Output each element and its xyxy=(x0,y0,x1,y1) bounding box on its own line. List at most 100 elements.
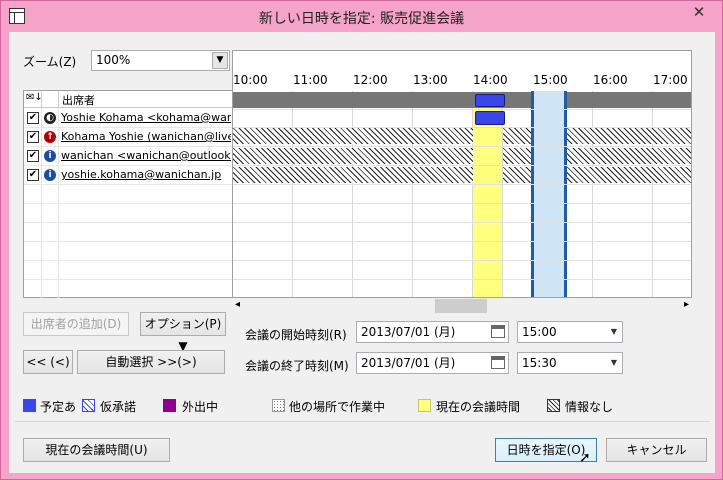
attendee-row[interactable]: ✔ i wanichan <wanichan@outlook.com xyxy=(24,147,233,166)
out-of-office-swatch xyxy=(163,399,176,412)
grid-line xyxy=(412,91,413,297)
current-meeting-swatch xyxy=(418,399,431,412)
scroll-right-icon[interactable]: ▸ xyxy=(684,299,689,310)
dialog-window: 新しい日時を指定: 販売促進会議 ✕ ズーム(Z) 100% ▼ ✉↓ 出席者 … xyxy=(0,0,723,480)
end-date-field[interactable]: 2013/07/01 (月) xyxy=(356,352,509,374)
add-attendee-button[interactable]: 出席者の追加(D) xyxy=(23,312,129,336)
row-line xyxy=(233,127,691,128)
hour-label: 17:00 xyxy=(653,73,688,87)
end-time-select[interactable]: 15:30 ▼ xyxy=(517,352,623,374)
chevron-down-icon[interactable]: ▼ xyxy=(611,353,617,373)
attendee-checkbox[interactable]: ✔ xyxy=(27,169,39,181)
no-info-block xyxy=(567,167,691,183)
close-button[interactable]: ✕ xyxy=(682,2,716,22)
attendee-checkbox[interactable]: ✔ xyxy=(27,150,39,162)
required-attendee-icon: ↑ xyxy=(44,131,56,143)
empty-row[interactable] xyxy=(24,204,233,223)
chevron-down-icon[interactable]: ▼ xyxy=(212,52,228,69)
empty-row[interactable] xyxy=(24,223,233,242)
hour-label: 15:00 xyxy=(533,73,568,87)
tentative-swatch xyxy=(82,399,95,412)
no-info-block xyxy=(233,167,473,183)
attendee-row[interactable]: ✔ ↑ Kohama Yoshie (wanichan@live.jp xyxy=(24,128,233,147)
all-attendees-bar xyxy=(567,92,691,108)
attendee-row[interactable]: ✔ ◐ Yoshie Kohama <kohama@wanich xyxy=(24,109,233,128)
hour-label: 14:00 xyxy=(473,73,508,87)
calendar-icon[interactable] xyxy=(491,356,505,369)
row-line xyxy=(233,146,691,147)
busy-swatch xyxy=(23,399,36,412)
grid-line xyxy=(472,91,473,297)
attendee-checkbox[interactable]: ✔ xyxy=(27,112,39,124)
attendee-name[interactable]: wanichan <wanichan@outlook.com xyxy=(61,149,231,162)
attendee-checkbox[interactable]: ✔ xyxy=(27,131,39,143)
window-title: 新しい日時を指定: 販売促進会議 xyxy=(258,11,465,27)
empty-row[interactable] xyxy=(24,261,233,280)
attendee-name[interactable]: yoshie.kohama@wanichan.jp xyxy=(61,168,231,181)
options-button[interactable]: オプション(P) ▼ xyxy=(140,312,226,353)
end-time-label: 会議の終了時刻(M) xyxy=(245,359,349,373)
start-date-value: 2013/07/01 (月) xyxy=(361,325,456,339)
no-info-block xyxy=(233,128,473,144)
start-date-field[interactable]: 2013/07/01 (月) xyxy=(356,321,509,343)
row-line xyxy=(233,279,691,280)
freebusy-grid[interactable]: 10:00 11:00 12:00 13:00 14:00 15:00 16:0… xyxy=(232,50,692,298)
end-time-value: 15:30 xyxy=(522,356,557,370)
grid-line xyxy=(592,91,593,297)
attendee-row[interactable]: ✔ i yoshie.kohama@wanichan.jp xyxy=(24,166,233,185)
no-info-swatch xyxy=(547,399,560,412)
start-time-label: 会議の開始時刻(R) xyxy=(245,328,347,342)
cancel-button[interactable]: キャンセル xyxy=(606,438,707,462)
no-info-block xyxy=(567,148,691,164)
current-meeting-time-button[interactable]: 現在の会議時間(U) xyxy=(23,438,170,462)
info-icon: i xyxy=(44,169,56,181)
start-time-value: 15:00 xyxy=(522,325,557,339)
no-info-block xyxy=(233,148,473,164)
empty-row[interactable] xyxy=(24,185,233,204)
calendar-icon[interactable] xyxy=(491,325,505,338)
scroll-left-icon[interactable]: ◂ xyxy=(235,299,240,310)
empty-row[interactable] xyxy=(24,242,233,261)
grid-line xyxy=(652,91,653,297)
zoom-select[interactable]: 100% ▼ xyxy=(91,50,230,71)
legend-tentative: 仮承諾 xyxy=(100,400,137,414)
horizontal-scrollbar[interactable]: ◂ ▸ xyxy=(232,298,692,315)
no-info-block xyxy=(503,167,531,183)
grid-line xyxy=(352,91,353,297)
column-divider xyxy=(41,91,42,107)
autopick-next-button[interactable]: 自動選択 >>(>) xyxy=(77,350,225,374)
hour-label: 11:00 xyxy=(293,73,328,87)
attendee-column-header[interactable]: 出席者 xyxy=(62,92,95,108)
hour-label: 16:00 xyxy=(593,73,628,87)
row-line xyxy=(233,165,691,166)
legend-no-info: 情報なし xyxy=(565,400,614,414)
attendee-list: ✉↓ 出席者 ✔ ◐ Yoshie Kohama <kohama@wanich … xyxy=(23,90,233,298)
row-line xyxy=(233,184,691,185)
zoom-value: 100% xyxy=(96,53,131,67)
start-time-select[interactable]: 15:00 ▼ xyxy=(517,321,623,343)
legend-working-elsewhere: 他の場所で作業中 xyxy=(289,400,386,414)
mouse-cursor-icon: ➚ xyxy=(579,450,591,466)
attendee-list-header: ✉↓ 出席者 xyxy=(24,91,233,108)
selected-time-range[interactable] xyxy=(531,91,567,297)
scroll-thumb[interactable] xyxy=(435,299,487,313)
zoom-label: ズーム(Z) xyxy=(23,55,77,69)
chevron-down-icon[interactable]: ▼ xyxy=(611,322,617,342)
hour-label: 12:00 xyxy=(353,73,388,87)
legend-current-meeting: 現在の会議時間 xyxy=(436,400,521,414)
no-info-block xyxy=(567,128,691,144)
busy-block xyxy=(475,111,505,125)
dialog-client: ズーム(Z) 100% ▼ ✉↓ 出席者 ✔ ◐ Yoshie Kohama <… xyxy=(9,32,715,473)
working-elsewhere-swatch xyxy=(272,399,285,412)
end-date-value: 2013/07/01 (月) xyxy=(361,356,456,370)
column-divider xyxy=(58,91,59,107)
attendee-name[interactable]: Yoshie Kohama <kohama@wanich xyxy=(61,111,231,124)
no-info-block xyxy=(503,148,531,164)
attendee-name[interactable]: Kohama Yoshie (wanichan@live.jp xyxy=(61,130,231,143)
info-icon: i xyxy=(44,150,56,162)
hour-label: 10:00 xyxy=(233,73,268,87)
busy-block xyxy=(475,94,505,107)
previous-button[interactable]: << (<) xyxy=(23,350,73,374)
separator xyxy=(15,421,709,422)
organizer-status-icon: ◐ xyxy=(44,112,56,124)
